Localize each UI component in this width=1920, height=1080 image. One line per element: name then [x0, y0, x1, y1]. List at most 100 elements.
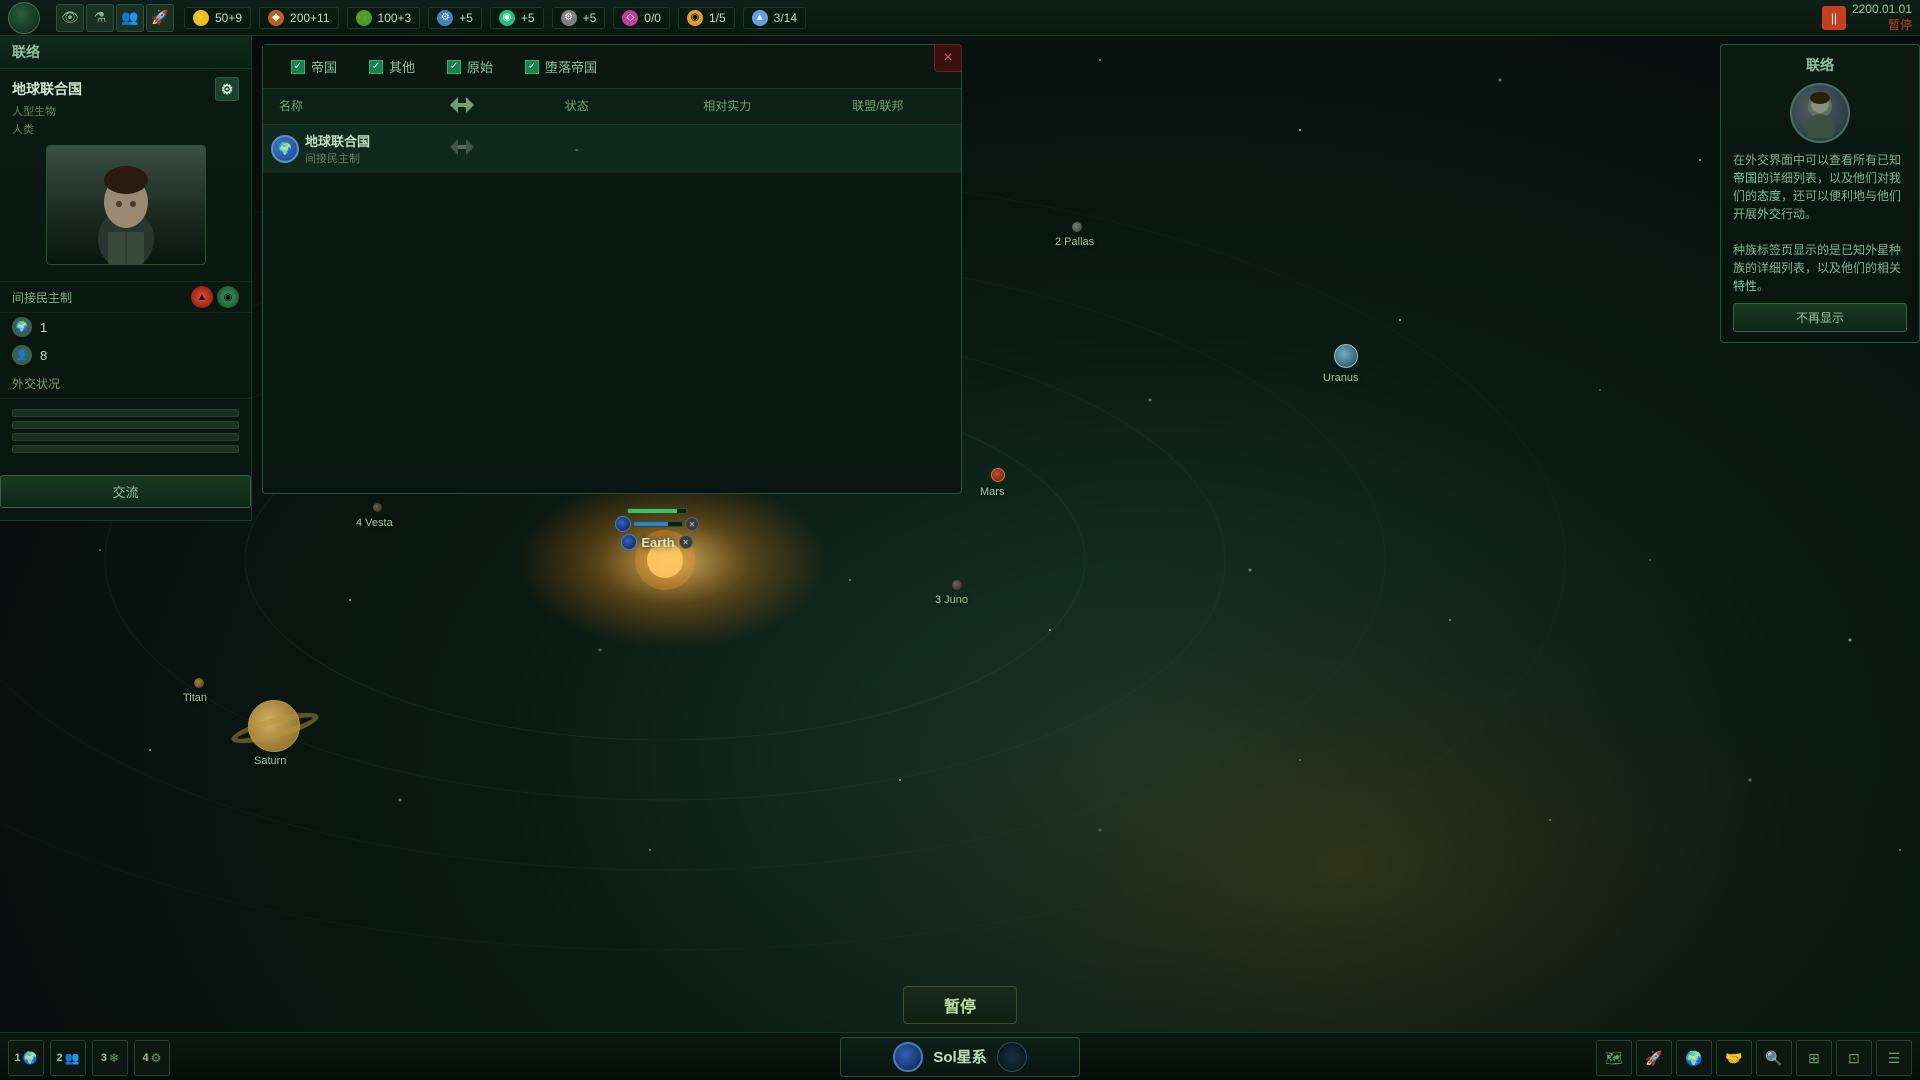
titan-planet[interactable]: [194, 678, 204, 688]
speed-num-3: 3: [101, 1052, 107, 1064]
saturn-label: Saturn: [254, 755, 286, 767]
science-resource: ⚙ +5: [428, 7, 482, 29]
modal-close-button[interactable]: ×: [934, 44, 962, 72]
row-arrow-cell: [422, 135, 502, 162]
pop-value: 3/14: [774, 11, 797, 25]
right-leader-avatar: [1790, 83, 1850, 143]
filter-other-check[interactable]: ✓: [369, 60, 383, 74]
zoom-in-btn[interactable]: 🔍: [1756, 1040, 1792, 1076]
energy-resource: ⚡ 50+9: [184, 7, 251, 29]
filter-fallen[interactable]: ✓ 堕落帝国: [509, 53, 613, 80]
fleet-icon[interactable]: 🚀: [146, 4, 174, 32]
minerals-value: 200+11: [290, 11, 330, 25]
col-status: 状态: [502, 93, 653, 120]
empire-globe-icon[interactable]: [8, 2, 40, 34]
consumer-resource: ◉ +5: [490, 7, 544, 29]
dont-show-button[interactable]: 不再显示: [1733, 303, 1907, 332]
highlight-attitude: 态度: [1757, 189, 1781, 203]
food-value: 100+3: [378, 11, 412, 25]
consumer-value: +5: [521, 11, 535, 25]
bottom-right-buttons: 🗺 🚀 🌍 🤝 🔍 ⊞ ⊡ ☰: [1596, 1040, 1912, 1076]
diplo-btn[interactable]: 🤝: [1716, 1040, 1752, 1076]
system-icon-right[interactable]: [997, 1042, 1027, 1072]
filter-primitive-check[interactable]: ✓: [447, 60, 461, 74]
uranus-planet[interactable]: [1334, 344, 1358, 368]
info-box-title: 联络: [1733, 55, 1907, 75]
col-arrow: [422, 93, 502, 120]
stats-pops: 👤 8: [0, 341, 251, 369]
table-row[interactable]: 🌍 地球联合国 间接民主制 -: [263, 125, 961, 173]
menu-btn[interactable]: ☰: [1876, 1040, 1912, 1076]
system-display: Sol星系: [840, 1037, 1080, 1077]
earth-bar-2: [633, 521, 683, 527]
planet-btn[interactable]: 🌍: [1676, 1040, 1712, 1076]
minerals-icon: ◆: [268, 10, 284, 26]
filter-other[interactable]: ✓ 其他: [353, 53, 431, 80]
info-box: 联络 在外交界面中可以查看所有已知帝国的详细列表，以及他们对我们的态度，还可以便…: [1720, 44, 1920, 343]
exchange-button[interactable]: 交流: [0, 475, 251, 508]
modal-empty-area: [263, 173, 961, 493]
filter-empire-check[interactable]: ✓: [291, 60, 305, 74]
row-alliance: [803, 145, 954, 153]
stats-planets: 🌍 1: [0, 313, 251, 341]
empire-race: 人类: [12, 121, 239, 137]
consumer-icon: ◉: [499, 10, 515, 26]
saturn-planet[interactable]: [248, 700, 300, 752]
research-icon[interactable]: ⚗: [86, 4, 114, 32]
speed-icon-4: ⚙: [151, 1051, 162, 1065]
col-alliance: 联盟/联邦: [803, 93, 954, 120]
view-btn[interactable]: ⊡: [1836, 1040, 1872, 1076]
influence-icon: ◇: [622, 10, 638, 26]
unity-value: 1/5: [709, 11, 726, 25]
highlight-diplomacy: 外交: [1757, 207, 1781, 221]
earth-label-text: Earth: [641, 535, 674, 550]
diplo-bars: [0, 399, 251, 463]
pallas-label: 2 Pallas: [1055, 236, 1094, 248]
system-name: Sol星系: [933, 1046, 986, 1067]
speed-num-2: 2: [56, 1052, 62, 1064]
filter-fallen-label: 堕落帝国: [545, 57, 597, 76]
population-icon[interactable]: 👥: [116, 4, 144, 32]
speed-btn-1[interactable]: 1 🌍: [8, 1040, 44, 1076]
mars-planet[interactable]: [991, 468, 1005, 482]
pallas-planet[interactable]: [1072, 222, 1082, 232]
gov-icon-2[interactable]: ◉: [217, 286, 239, 308]
pop-icon: ▲: [752, 10, 768, 26]
empire-settings-icon[interactable]: ⚙: [215, 77, 239, 101]
alloys-icon: ⚙: [561, 10, 577, 26]
planet-stat-icon: 🌍: [12, 317, 32, 337]
vesta-planet[interactable]: [373, 503, 382, 512]
filter-primitive[interactable]: ✓ 原始: [431, 53, 509, 80]
empire-row-info: 🌍 地球联合国 间接民主制: [271, 131, 422, 166]
pause-button[interactable]: ||: [1822, 6, 1846, 30]
leader-portrait[interactable]: [46, 145, 206, 265]
food-icon: 🌿: [356, 10, 372, 26]
system-icon-left[interactable]: [893, 1042, 923, 1072]
empire-info: 地球联合国 ⚙ 人型生物 人类: [0, 69, 251, 282]
map-btn[interactable]: 🗺: [1596, 1040, 1632, 1076]
gov-icon-1[interactable]: ▲: [191, 286, 213, 308]
speed-btn-2[interactable]: 2 👥: [50, 1040, 86, 1076]
fleet-btn[interactable]: 🚀: [1636, 1040, 1672, 1076]
panel-header: 联络: [0, 36, 251, 69]
left-panel: 联络 地球联合国 ⚙ 人型生物 人类: [0, 36, 252, 521]
top-icon-group: 👁 ⚗ 👥 🚀: [56, 4, 174, 32]
row-status: -: [502, 138, 653, 160]
speed-btn-4[interactable]: 4 ⚙: [134, 1040, 170, 1076]
empire-icon[interactable]: 👁: [56, 4, 84, 32]
diplo-bar-4: [12, 445, 239, 453]
right-info-panel: 联络 在外交界面中可以查看所有已知帝国的详细列表，以及他们对我们的态度，还可以便…: [1720, 44, 1920, 351]
diplo-bar-1: [12, 409, 239, 417]
earth-bar-1: [627, 508, 687, 514]
juno-planet[interactable]: [952, 580, 962, 590]
filter-fallen-check[interactable]: ✓: [525, 60, 539, 74]
filter-empire[interactable]: ✓ 帝国: [275, 53, 353, 80]
diplo-bar-3: [12, 433, 239, 441]
top-bar: 👁 ⚗ 👥 🚀 ⚡ 50+9 ◆ 200+11 🌿 100+3 ⚙ +5 ◉ +…: [0, 0, 1920, 36]
empire-name: 地球联合国 ⚙: [12, 77, 239, 101]
filter-btn[interactable]: ⊞: [1796, 1040, 1832, 1076]
science-icon: ⚙: [437, 10, 453, 26]
earth-marker[interactable]: ✕ Earth ✕: [615, 508, 699, 550]
pop-stat-icon: 👤: [12, 345, 32, 365]
speed-btn-3[interactable]: 3 ❄: [92, 1040, 128, 1076]
